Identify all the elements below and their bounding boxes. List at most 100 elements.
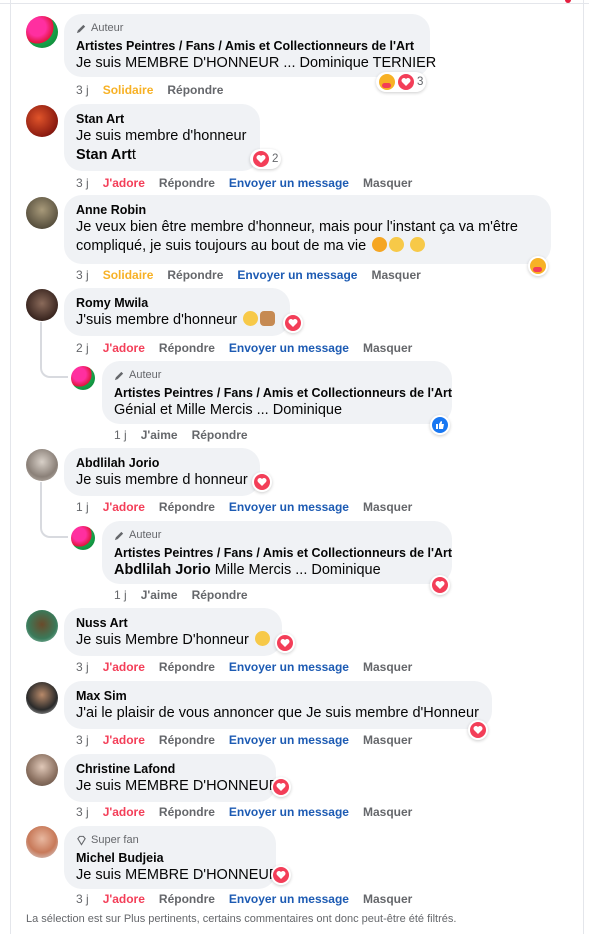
send-message-link[interactable]: Envoyer un message [229,660,349,674]
reply-button[interactable]: Répondre [159,805,215,819]
timestamp[interactable]: 2 j [76,341,89,355]
reaction-summary[interactable] [430,415,450,435]
send-message-link[interactable]: Envoyer un message [229,341,349,355]
avatar[interactable] [26,289,58,321]
send-message-link[interactable]: Envoyer un message [229,176,349,190]
reaction-summary[interactable] [252,472,272,492]
comment-bubble: Nuss Art Je suis Membre D'honneur [64,608,282,656]
send-message-link[interactable]: Envoyer un message [237,268,357,282]
mention[interactable]: Stan Art [76,147,132,163]
commenter-name[interactable]: Abdlilah Jorio [76,455,248,471]
reply-button[interactable]: Répondre [192,588,248,602]
adore-button[interactable]: J'adore [103,733,145,747]
reply-button[interactable]: Répondre [167,268,223,282]
commenter-name[interactable]: Christine Lafond [76,761,264,777]
reaction-summary[interactable] [271,865,291,885]
reply-button[interactable]: Répondre [159,892,215,906]
hide-button[interactable]: Masquer [363,733,412,747]
timestamp[interactable]: 3 j [76,176,89,190]
reply-button[interactable]: Répondre [159,660,215,674]
avatar[interactable] [71,526,95,550]
timestamp[interactable]: 1 j [114,428,127,442]
avatar[interactable] [71,366,95,390]
avatar[interactable] [26,16,58,48]
like-button[interactable]: J'aime [141,588,178,602]
comment-text: Abdlilah Jorio Mille Mercis ... Dominiqu… [114,562,381,578]
avatar[interactable] [26,610,58,642]
timestamp[interactable]: 1 j [76,500,89,514]
like-button[interactable]: J'aime [141,428,178,442]
send-message-link[interactable]: Envoyer un message [229,733,349,747]
commenter-name[interactable]: Michel Budjeia [76,850,264,866]
reaction-summary[interactable] [468,720,488,740]
reply-button[interactable]: Répondre [159,341,215,355]
timestamp[interactable]: 3 j [76,733,89,747]
send-message-link[interactable]: Envoyer un message [229,892,349,906]
solidaire-button[interactable]: Solidaire [103,83,154,97]
hide-button[interactable]: Masquer [363,341,412,355]
avatar[interactable] [26,754,58,786]
reaction-summary[interactable] [275,633,295,653]
adore-button[interactable]: J'adore [103,805,145,819]
hide-button[interactable]: Masquer [371,268,420,282]
reaction-summary[interactable]: 2 [250,149,282,169]
commenter-name[interactable]: Artistes Peintres / Fans / Amis et Colle… [76,38,418,54]
author-badge: Auteur [114,368,440,382]
reply-button[interactable]: Répondre [159,176,215,190]
commenter-name[interactable]: Artistes Peintres / Fans / Amis et Colle… [114,545,452,561]
adore-button[interactable]: J'adore [103,341,145,355]
avatar[interactable] [26,197,58,229]
hide-button[interactable]: Masquer [363,805,412,819]
reaction-summary[interactable]: 3 [376,72,427,92]
comment-text-line2: compliqué, je suis toujours au bout de m… [76,237,539,256]
reaction-summary[interactable] [528,256,548,276]
send-message-link[interactable]: Envoyer un message [229,805,349,819]
face-emoji-icon [372,237,388,252]
timestamp[interactable]: 3 j [76,268,89,282]
hide-button[interactable]: Masquer [363,176,412,190]
timestamp[interactable]: 3 j [76,805,89,819]
reply-button[interactable]: Répondre [159,733,215,747]
adore-button[interactable]: J'adore [103,176,145,190]
pencil-icon [114,371,124,380]
timestamp[interactable]: 3 j [76,83,89,97]
avatar[interactable] [26,105,58,137]
hide-button[interactable]: Masquer [363,660,412,674]
adore-button[interactable]: J'adore [103,892,145,906]
love-reaction-icon [277,635,293,651]
reaction-summary[interactable] [271,777,291,797]
comment-text: J'ai le plaisir de vous annoncer que Je … [76,705,479,721]
commenter-name[interactable]: Romy Mwila [76,295,278,311]
hide-button[interactable]: Masquer [363,892,412,906]
reply-button[interactable]: Répondre [192,428,248,442]
reaction-summary[interactable] [430,575,450,595]
adore-button[interactable]: J'adore [103,500,145,514]
mention[interactable]: Abdlilah Jorio [114,562,211,578]
timestamp[interactable]: 1 j [114,588,127,602]
reaction-summary[interactable] [283,313,303,333]
comment-actions: 1 j J'adore Répondre Envoyer un message … [76,499,426,515]
comment-text: Je suis Membre D'honneur [76,631,270,650]
hide-button[interactable]: Masquer [363,500,412,514]
comment-actions: 3 j J'adore Répondre Envoyer un message … [76,732,426,748]
commenter-name[interactable]: Max Sim [76,688,480,704]
reply-button[interactable]: Répondre [159,500,215,514]
avatar[interactable] [26,449,58,481]
comment-text: Je suis MEMBRE D'HONNEUR ... Dominique T… [76,55,437,71]
timestamp[interactable]: 3 j [76,892,89,906]
timestamp[interactable]: 3 j [76,660,89,674]
love-reaction-icon [398,74,414,90]
commenter-name[interactable]: Stan Art [76,111,248,127]
commenter-name[interactable]: Anne Robin [76,202,539,218]
send-message-link[interactable]: Envoyer un message [229,500,349,514]
super-fan-badge: Super fan [76,833,264,847]
reply-button[interactable]: Répondre [167,83,223,97]
solidaire-button[interactable]: Solidaire [103,268,154,282]
avatar[interactable] [26,682,58,714]
avatar[interactable] [26,826,58,858]
adore-button[interactable]: J'adore [103,660,145,674]
love-reaction-icon [432,577,448,593]
grin-emoji-icon [243,311,259,326]
commenter-name[interactable]: Nuss Art [76,615,270,631]
commenter-name[interactable]: Artistes Peintres / Fans / Amis et Colle… [114,385,452,401]
